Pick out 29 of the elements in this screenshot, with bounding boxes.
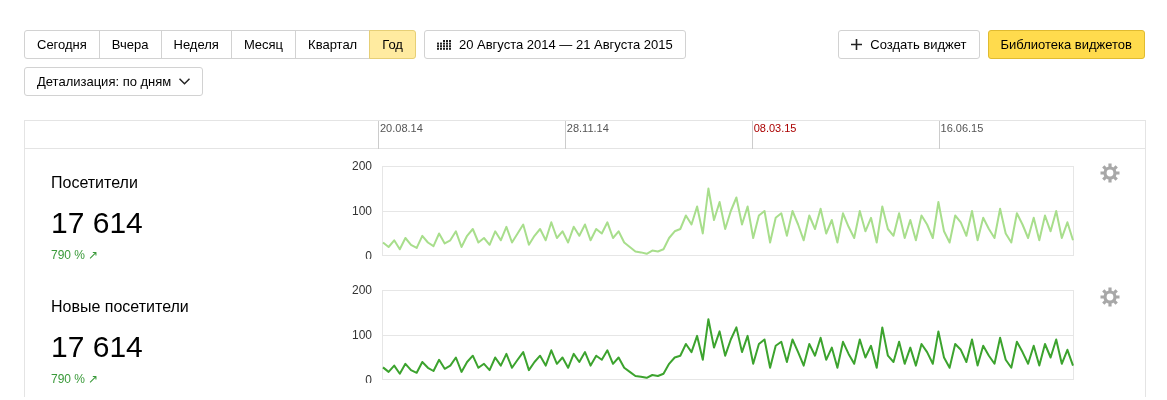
period-tab[interactable]: Вчера — [98, 30, 162, 59]
chevron-down-icon — [179, 78, 191, 85]
axis-tick: 28.11.14 — [564, 121, 609, 149]
change-percent: 790 % ↗ — [51, 371, 100, 388]
widget-library-button[interactable]: Библиотека виджетов — [987, 30, 1145, 59]
period-tab[interactable]: Год — [369, 30, 416, 59]
create-widget-button[interactable]: Создать виджет — [838, 30, 980, 59]
axis-tick: 16.06.15 — [938, 121, 984, 149]
period-tab[interactable]: Квартал — [295, 30, 371, 59]
period-tab[interactable]: Неделя — [160, 30, 232, 59]
change-percent: 790 % ↗ — [51, 247, 100, 264]
metric-value: 17 614 — [51, 206, 144, 240]
widget-title: Новые посетители — [51, 297, 190, 317]
detail-dropdown[interactable]: Детализация: по дням — [24, 67, 204, 96]
settings-icon[interactable] — [1100, 287, 1120, 307]
axis-tick: 08.03.15 — [751, 121, 797, 149]
metric-value: 17 614 — [51, 330, 144, 364]
y-axis-label: 100 — [351, 328, 372, 342]
date-range-button[interactable]: 20 Августа 2014 — 21 Августа 2015 — [423, 30, 686, 59]
y-axis-label: 200 — [351, 283, 372, 297]
y-axis-label: 200 — [351, 159, 372, 173]
period-tab[interactable]: Месяц — [230, 30, 297, 59]
settings-icon[interactable] — [1100, 163, 1120, 183]
widget-title: Посетители — [51, 173, 139, 193]
y-axis-label: 100 — [351, 204, 372, 218]
axis-tick: 20.08.14 — [378, 121, 423, 149]
period-tab[interactable]: Сегодня — [24, 30, 100, 59]
plus-icon — [851, 39, 863, 50]
calendar-icon — [436, 39, 451, 50]
